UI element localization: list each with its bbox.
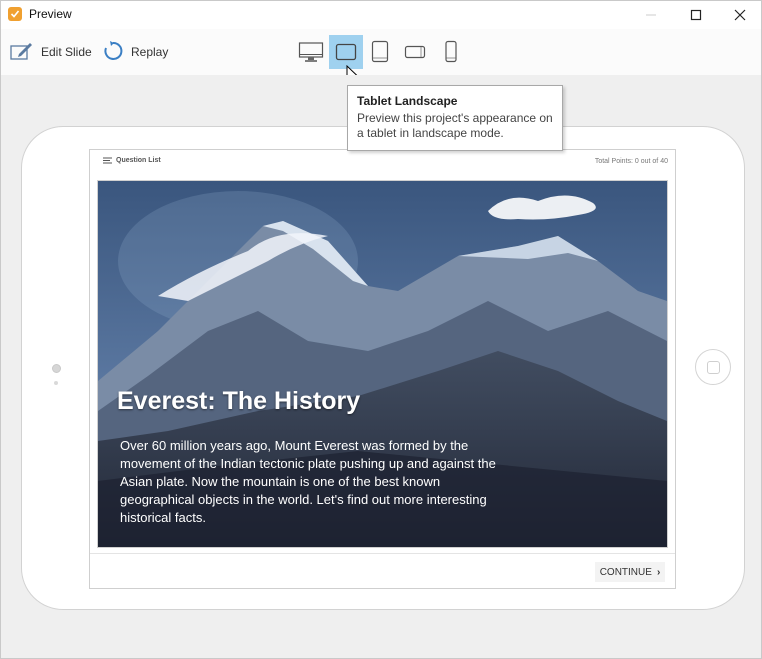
app-check-icon [8, 7, 22, 21]
tablet-portrait-button[interactable] [363, 35, 397, 69]
slide-body-text: Over 60 million years ago, Mount Everest… [120, 438, 496, 525]
window-title: Preview [29, 7, 72, 21]
slide-title: Everest: The History [117, 387, 361, 415]
tooltip-body: Preview this project's appearance on a t… [357, 111, 553, 140]
maximize-button[interactable] [673, 1, 719, 29]
edit-slide-label: Edit Slide [41, 45, 92, 59]
edit-slide-button[interactable]: Edit Slide [10, 39, 92, 65]
tablet-frame: Question List Total Points: 0 out of 40 [21, 126, 745, 610]
tooltip: Tablet Landscape Preview this project's … [347, 85, 563, 151]
tablet-landscape-icon [335, 43, 357, 61]
replay-button[interactable]: Replay [102, 39, 168, 65]
total-points: Total Points: 0 out of 40 [594, 158, 668, 165]
edit-slide-icon [10, 41, 34, 64]
preview-window: Preview Edit Slide Replay Tablet Landsca… [0, 0, 762, 659]
chevron-right-icon: › [656, 566, 661, 578]
desktop-view-button[interactable] [294, 35, 328, 69]
phone-landscape-button[interactable] [398, 35, 432, 69]
slide-content: Everest: The History Over 60 million yea… [97, 180, 668, 548]
toolbar: Edit Slide Replay [1, 29, 761, 75]
phone-landscape-icon [404, 45, 426, 59]
tablet-portrait-icon [371, 40, 389, 63]
phone-portrait-icon [445, 40, 457, 63]
tooltip-title: Tablet Landscape [357, 94, 458, 108]
phone-portrait-button[interactable] [434, 35, 468, 69]
replay-label: Replay [131, 45, 169, 59]
tablet-landscape-button[interactable] [329, 35, 363, 69]
slide-screen: Question List Total Points: 0 out of 40 [89, 149, 676, 589]
monitor-icon [298, 42, 324, 62]
camera-icon [52, 364, 61, 373]
footer-divider [90, 553, 675, 554]
question-list-label: Question List [116, 157, 161, 164]
sensor-dot [54, 381, 58, 385]
home-button [695, 349, 731, 385]
question-list-button[interactable]: Question List [103, 157, 161, 164]
list-icon [103, 157, 112, 164]
preview-stage: Question List Total Points: 0 out of 40 [1, 75, 761, 658]
continue-button[interactable]: CONTINUE › [595, 562, 665, 582]
minimize-button[interactable] [628, 1, 674, 29]
continue-label: CONTINUE [599, 566, 652, 578]
close-button[interactable] [717, 1, 762, 29]
replay-icon [102, 40, 124, 65]
title-bar: Preview [1, 1, 761, 29]
